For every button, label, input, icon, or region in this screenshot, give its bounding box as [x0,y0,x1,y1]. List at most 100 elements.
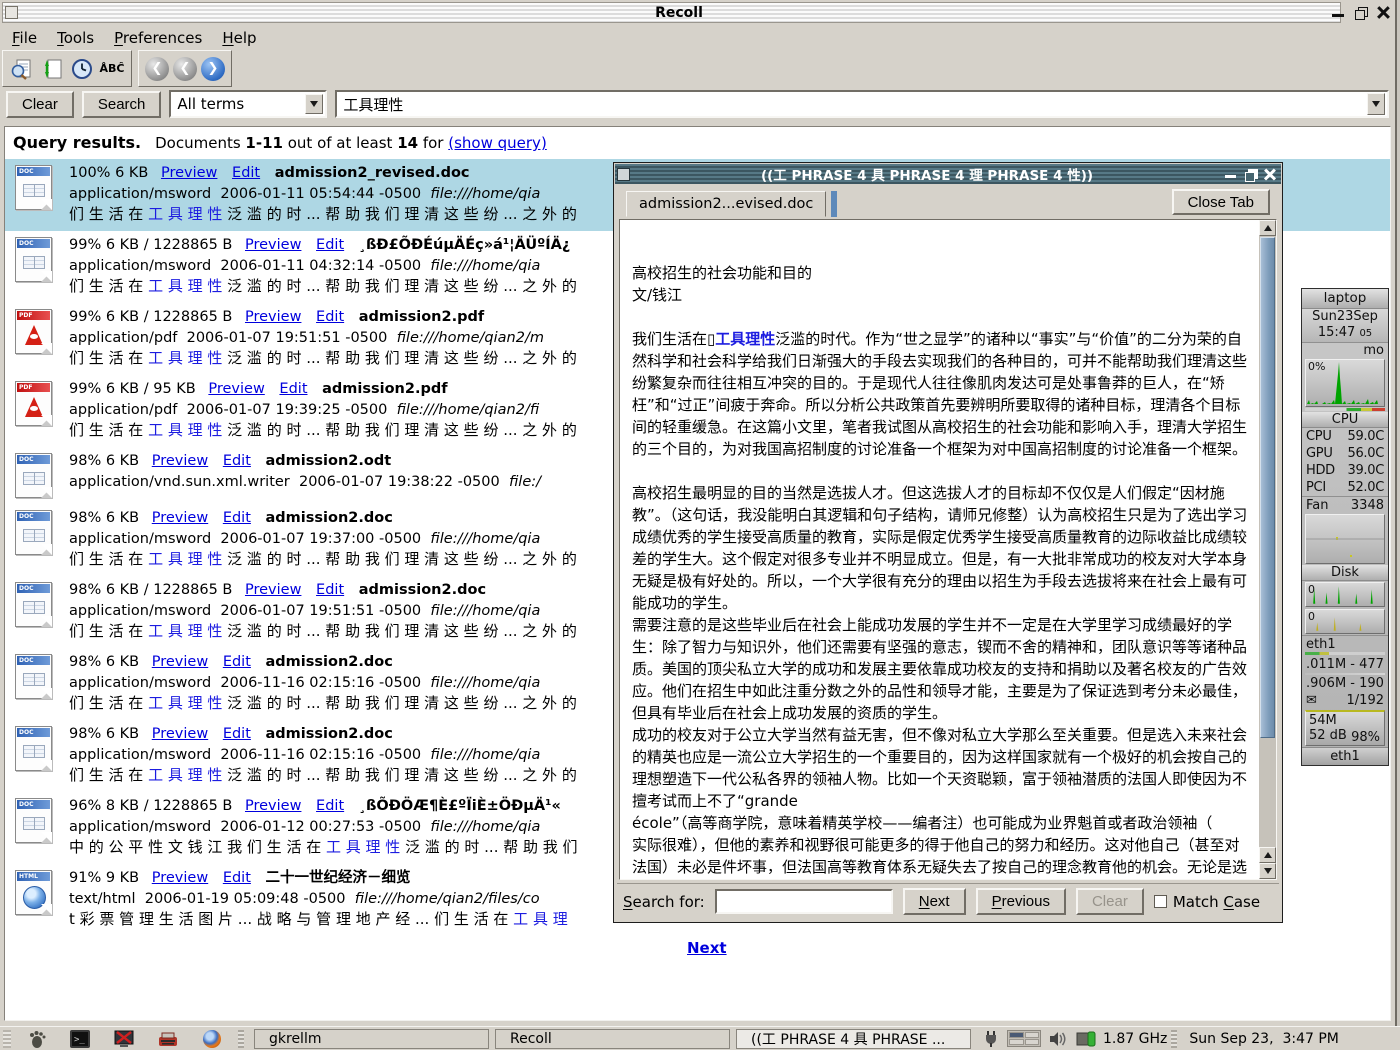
volume-icon[interactable] [1047,1028,1069,1050]
preview-paragraph: 我们生活在▯工具理性泛滥的时代。作为“世之显学”的诸种以“事实”与“价值”的二分… [632,328,1250,460]
result-url: file:///home/qian2/fi [397,402,540,418]
sort-by-dates-icon[interactable] [39,56,65,82]
scrollbar-thumb[interactable] [1260,237,1275,738]
next-page-icon[interactable]: ❯ [201,57,225,81]
result-edit-link[interactable]: Edit [279,381,307,397]
previous-page-icon[interactable]: ❮ [173,57,197,81]
result-file-icon: DOC [15,652,57,714]
fan-row: Fan3348 [1302,496,1388,513]
screensaver-off-icon[interactable] [109,1028,139,1050]
terminal-icon[interactable]: >_ [65,1028,95,1050]
panel-grip[interactable] [3,1030,11,1048]
preview-paragraph [632,460,1250,482]
scroll-up-icon[interactable] [1259,847,1276,863]
result-title: 二十一世纪经济－细览 [266,870,411,886]
result-edit-link[interactable]: Edit [223,510,251,526]
firefox-icon[interactable] [197,1028,227,1050]
find-input[interactable] [715,889,893,914]
result-preview-link[interactable]: Preview [245,582,301,598]
menu-preferences[interactable]: Preferences [104,27,212,49]
menu-help[interactable]: Help [212,27,266,49]
temp-row: CPU59.0C [1302,428,1388,445]
search-mode-select[interactable]: All terms [169,90,327,118]
restore-button[interactable] [1354,6,1368,20]
preview-scrollbar[interactable] [1259,220,1276,879]
restore-button[interactable] [1244,168,1257,181]
advanced-search-icon[interactable] [9,56,35,82]
taskbar-clock[interactable]: Sun Sep 23, 3:47 PM [1189,1031,1339,1047]
time-label: 15:47 05 [1302,325,1388,342]
close-button[interactable] [1264,168,1277,181]
result-preview-link[interactable]: Preview [152,726,208,742]
cpu-krell [1305,408,1385,411]
result-preview-link[interactable]: Preview [245,237,301,253]
result-preview-link[interactable]: Preview [245,798,301,814]
result-edit-link[interactable]: Edit [316,798,344,814]
menu-file[interactable]: File [2,27,47,49]
power-plug-icon[interactable] [981,1028,1001,1050]
result-file-icon: DOC [15,163,57,225]
match-case-option[interactable]: Match Case [1154,893,1260,911]
task-button[interactable]: ((工 PHRASE 4 具 PHRASE ... [736,1029,971,1049]
preview-text[interactable]: 高校招生的社会功能和目的 文/钱江 我们生活在▯工具理性泛滥的时代。作为“世之显… [620,220,1258,879]
result-preview-link[interactable]: Preview [152,510,208,526]
preview-titlebar[interactable]: ((工 PHRASE 4 具 PHRASE 4 理 PHRASE 4 性)) [615,164,1281,184]
result-edit-link[interactable]: Edit [232,165,260,181]
result-edit-link[interactable]: Edit [316,582,344,598]
chevron-down-icon[interactable] [305,94,323,114]
next-results-link[interactable]: Next [687,939,727,957]
result-preview-link[interactable]: Preview [152,870,208,886]
result-edit-link[interactable]: Edit [316,309,344,325]
result-file-icon: DOC [15,451,57,498]
menu-tools[interactable]: Tools [47,27,104,49]
result-edit-link[interactable]: Edit [316,237,344,253]
result-edit-link[interactable]: Edit [223,870,251,886]
gnome-menu-icon[interactable] [21,1028,51,1050]
scroll-down-icon[interactable] [1259,863,1276,879]
chevron-down-icon[interactable] [1367,93,1385,115]
find-clear-button[interactable]: Clear [1076,888,1144,915]
show-query-link[interactable]: (show query) [448,134,547,152]
result-preview-link[interactable]: Preview [208,381,264,397]
minimize-button[interactable] [1224,168,1237,181]
cpufreq-battery-icon[interactable] [1075,1028,1097,1050]
eth1-bottom-label[interactable]: eth1 [1302,747,1388,765]
minimize-button[interactable] [1331,6,1345,20]
result-preview-link[interactable]: Preview [152,453,208,469]
workspace-pager[interactable] [1007,1030,1041,1047]
result-edit-link[interactable]: Edit [223,726,251,742]
clock-panel: Sun23Sep 15:47 05 [1302,309,1388,342]
close-tab-button[interactable]: Close Tab [1172,189,1270,215]
typewriter-icon[interactable] [153,1028,183,1050]
preview-tab[interactable]: admission2...evised.doc [626,191,826,217]
result-edit-link[interactable]: Edit [223,453,251,469]
scroll-up-icon[interactable] [1259,220,1276,236]
mail-row[interactable]: ✉1/192 [1302,692,1388,709]
history-clock-icon[interactable] [69,56,95,82]
first-page-icon[interactable]: ❮ [145,57,169,81]
window-menu-icon[interactable] [617,168,630,181]
find-next-button[interactable]: Next [903,888,966,915]
preview-paragraph: 高校招生最明显的目的当然是选拔人才。但这选拔人才的目标却不仅仅是人们假定“因材施… [632,482,1250,614]
cpu-zero-label: 0% [1308,360,1325,373]
result-preview-link[interactable]: Preview [245,309,301,325]
close-button[interactable] [1377,6,1391,20]
window-menu-icon[interactable] [5,6,18,19]
match-case-label: Match Case [1173,893,1260,911]
find-previous-button[interactable]: Previous [976,888,1066,915]
result-preview-link[interactable]: Preview [161,165,217,181]
match-case-checkbox[interactable] [1154,895,1167,908]
main-titlebar[interactable]: Recoll [2,2,1341,23]
clear-button[interactable]: Clear [6,91,74,118]
task-button[interactable]: gkrellm [254,1029,489,1049]
menubar: File Tools Preferences Help [2,25,267,50]
result-edit-link[interactable]: Edit [223,654,251,670]
result-preview-link[interactable]: Preview [152,654,208,670]
hostname-label[interactable]: laptop [1302,289,1388,309]
search-input[interactable] [337,95,1367,113]
search-button[interactable]: Search [82,91,162,118]
preview-paragraph: 需要注意的是这些毕业后在社会上能成功发展的学生并不一定是在大学里学习成绩最好的学… [632,614,1250,724]
term-explorer-icon[interactable]: ÅBĈ [99,56,125,82]
preview-paragraph: école”（高等商学院，意味着精英学校——编者注）也可能成为业界魁首或者政治领… [632,812,1250,834]
task-button[interactable]: Recoll [495,1029,730,1049]
